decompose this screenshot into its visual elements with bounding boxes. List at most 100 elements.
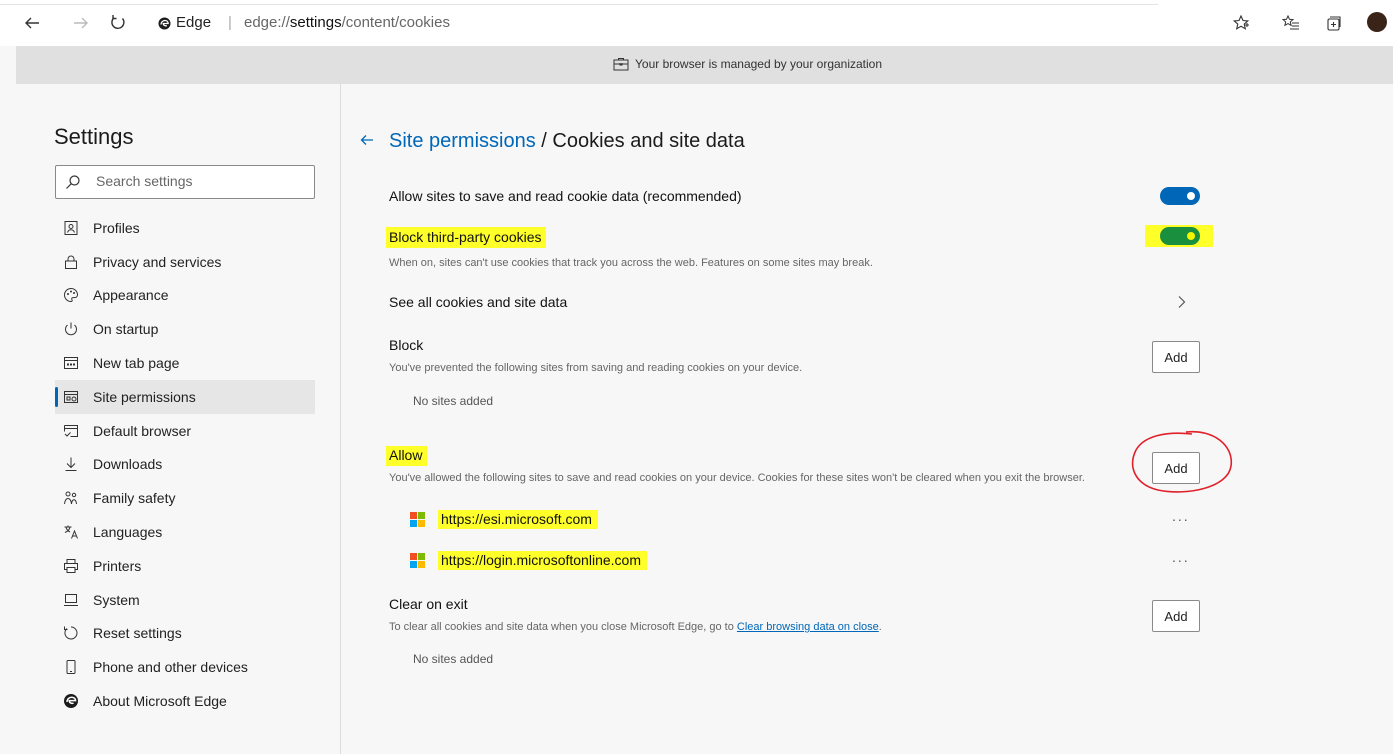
block-section-desc: You've prevented the following sites fro… <box>389 362 803 374</box>
managed-banner-text: Your browser is managed by your organiza… <box>635 57 883 71</box>
sidebar-item-label: Appearance <box>93 287 169 304</box>
briefcase-icon <box>613 57 629 71</box>
clear-browsing-data-link[interactable]: Clear browsing data on close <box>737 621 879 633</box>
power-icon <box>65 322 77 336</box>
red-annotation-circle <box>1131 430 1232 493</box>
clear-on-exit-title: Clear on exit <box>389 596 468 612</box>
block-third-party-label: Block third-party cookies <box>386 227 546 248</box>
sidebar-item-label: Privacy and services <box>93 253 222 270</box>
sidebar-item-reset-settings[interactable]: Reset settings <box>55 617 315 651</box>
download-icon <box>65 457 77 472</box>
sidebar-item-phone-devices[interactable]: Phone and other devices <box>55 650 315 684</box>
back-arrow-icon[interactable] <box>359 132 375 148</box>
site-permissions-icon <box>64 390 78 403</box>
favorite-star-icon[interactable] <box>1232 14 1250 32</box>
allowed-site-row: https://login.microsoftonline.com <box>410 550 647 570</box>
sidebar-item-label: System <box>93 591 140 608</box>
allowed-site-url: https://login.microsoftonline.com <box>438 550 647 570</box>
printer-icon <box>64 558 78 573</box>
sidebar-item-label: On startup <box>93 321 159 338</box>
settings-nav: Profiles Privacy and services Appearance… <box>55 211 315 718</box>
sidebar-item-system[interactable]: System <box>55 583 315 617</box>
allowed-site-url: https://esi.microsoft.com <box>438 509 598 529</box>
url-path: /content/cookies <box>341 14 450 31</box>
phone-icon <box>66 660 76 675</box>
site-more-button[interactable]: ... <box>1172 549 1190 565</box>
clear-desc-text: To clear all cookies and site data when … <box>389 621 737 633</box>
sidebar-item-label: Site permissions <box>93 388 196 405</box>
clear-on-exit-desc: To clear all cookies and site data when … <box>389 621 882 633</box>
settings-title: Settings <box>54 124 134 149</box>
breadcrumb: Site permissions / Cookies and site data <box>389 130 745 153</box>
sidebar-item-label: Family safety <box>93 490 176 507</box>
sidebar-item-label: Phone and other devices <box>93 659 248 676</box>
search-icon <box>66 175 80 189</box>
sidebar-item-label: Downloads <box>93 456 163 473</box>
see-all-cookies-link[interactable]: See all cookies and site data <box>389 294 567 310</box>
back-icon[interactable] <box>22 13 42 33</box>
block-add-button[interactable]: Add <box>1152 341 1200 373</box>
microsoft-logo-icon <box>410 552 425 568</box>
profile-avatar[interactable] <box>1367 12 1387 32</box>
site-more-button[interactable]: ... <box>1172 508 1190 524</box>
allow-section-title: Allow <box>386 446 428 466</box>
block-third-party-desc: When on, sites can't use cookies that tr… <box>389 257 873 269</box>
edge-logo-icon <box>64 694 78 709</box>
palette-icon <box>64 288 79 303</box>
toggle-knob <box>1187 192 1195 200</box>
clear-empty-text: No sites added <box>413 652 494 666</box>
search-input[interactable] <box>94 172 308 190</box>
clear-on-exit-add-button[interactable]: Add <box>1152 600 1200 632</box>
collections-icon[interactable] <box>1325 14 1343 32</box>
breadcrumb-site-permissions[interactable]: Site permissions <box>389 130 536 152</box>
sidebar-item-label: Reset settings <box>93 625 182 642</box>
sidebar-item-languages[interactable]: Languages <box>55 515 315 549</box>
sidebar-item-label: Languages <box>93 524 163 541</box>
chevron-right-icon[interactable] <box>1176 294 1188 310</box>
edge-logo-icon <box>158 17 171 30</box>
breadcrumb-separator: / <box>535 130 553 152</box>
profile-icon <box>64 220 78 235</box>
sidebar-item-family-safety[interactable]: Family safety <box>55 481 315 515</box>
sidebar-item-privacy[interactable]: Privacy and services <box>55 245 315 279</box>
clear-desc-suffix: . <box>878 621 882 633</box>
forward-icon[interactable] <box>71 13 91 33</box>
allow-cookies-toggle[interactable] <box>1160 187 1200 205</box>
allow-cookies-label: Allow sites to save and read cookie data… <box>389 188 742 204</box>
sidebar-item-new-tab-page[interactable]: New tab page <box>55 346 315 380</box>
address-separator: | <box>228 14 232 31</box>
family-icon <box>64 491 77 505</box>
favorites-icon[interactable] <box>1282 14 1300 32</box>
sidebar-item-printers[interactable]: Printers <box>55 549 315 583</box>
sidebar-item-appearance[interactable]: Appearance <box>55 279 315 313</box>
new-tab-icon <box>64 357 78 370</box>
sidebar-item-on-startup[interactable]: On startup <box>55 312 315 346</box>
block-empty-text: No sites added <box>413 394 494 408</box>
browser-toolbar: Edge | edge://settings/content/cookies <box>0 0 1393 46</box>
address-bar-url[interactable]: edge://settings/content/cookies <box>244 14 450 31</box>
microsoft-logo-icon <box>410 511 425 527</box>
sidebar-item-label: Printers <box>93 557 142 574</box>
language-icon <box>64 525 78 539</box>
sidebar-item-label: New tab page <box>93 355 180 372</box>
allowed-site-row: https://esi.microsoft.com <box>410 509 598 529</box>
managed-banner: Your browser is managed by your organiza… <box>16 46 1393 84</box>
block-section-title: Block <box>389 337 424 353</box>
sidebar-item-site-permissions[interactable]: Site permissions <box>55 379 315 414</box>
tab-strip-divider <box>0 4 1158 5</box>
sidebar-item-downloads[interactable]: Downloads <box>55 448 315 482</box>
address-site-label: Edge <box>176 14 212 31</box>
reset-icon <box>64 626 78 640</box>
sidebar-item-label: Profiles <box>93 219 140 236</box>
url-host: settings <box>289 14 342 31</box>
sidebar-item-label: Default browser <box>93 422 192 439</box>
sidebar-item-about-edge[interactable]: About Microsoft Edge <box>55 684 315 718</box>
sidebar-item-profiles[interactable]: Profiles <box>55 211 315 245</box>
allow-section-desc: You've allowed the following sites to sa… <box>389 472 1085 484</box>
refresh-icon[interactable] <box>108 13 128 33</box>
search-box[interactable] <box>55 165 315 199</box>
toggle-knob <box>1187 232 1195 240</box>
block-third-party-toggle[interactable] <box>1160 227 1200 245</box>
url-prefix: edge:// <box>244 14 290 31</box>
sidebar-item-default-browser[interactable]: Default browser <box>55 414 315 448</box>
